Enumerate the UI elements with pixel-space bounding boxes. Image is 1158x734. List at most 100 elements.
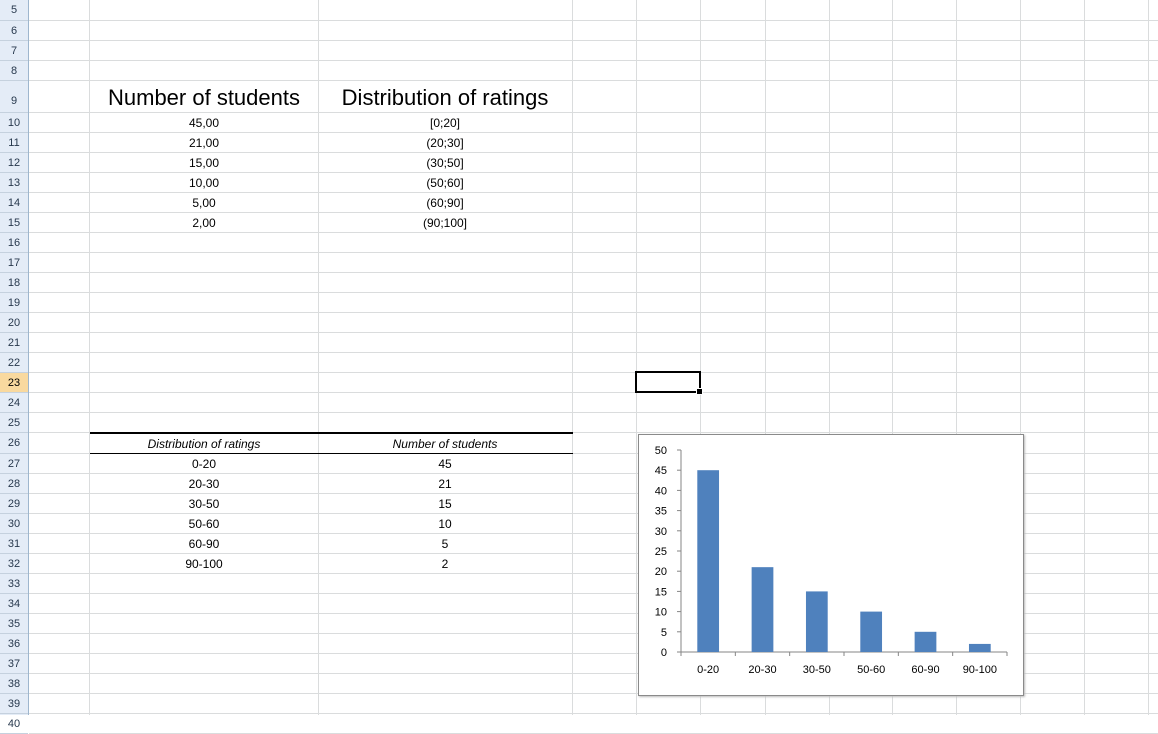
table2-range-cell[interactable]: 0-20 [90, 454, 318, 474]
row-header-40[interactable]: 40 [0, 714, 28, 734]
table2-students-cell[interactable]: 15 [319, 494, 571, 514]
header-distribution-of-ratings[interactable]: Distribution of ratings [319, 83, 571, 113]
row-header-16[interactable]: 16 [0, 233, 28, 253]
table2-header-students[interactable]: Number of students [319, 434, 571, 454]
row-header-10[interactable]: 10 [0, 113, 28, 133]
y-tick-label: 15 [655, 586, 667, 598]
gridline-row [29, 252, 1158, 253]
bar-0-20 [697, 470, 720, 652]
table2-range-cell[interactable]: 20-30 [90, 474, 318, 494]
row-header-21[interactable]: 21 [0, 333, 28, 353]
x-tick-label: 30-50 [803, 664, 831, 676]
gridline-row [29, 412, 1158, 413]
y-tick-label: 30 [655, 526, 667, 538]
gridline-row [29, 20, 1158, 21]
row-header-26[interactable]: 26 [0, 433, 28, 454]
x-tick-label: 50-60 [857, 664, 885, 676]
row-header-9[interactable]: 9 [0, 81, 28, 113]
table1-range-cell[interactable]: (90;100] [319, 213, 571, 233]
row-header-27[interactable]: 27 [0, 454, 28, 474]
table2-range-cell[interactable]: 60-90 [90, 534, 318, 554]
bar-20-30 [751, 567, 774, 652]
y-tick-label: 5 [661, 627, 667, 639]
gridline-column [572, 0, 573, 715]
table2-range-cell[interactable]: 30-50 [90, 494, 318, 514]
row-header-38[interactable]: 38 [0, 674, 28, 694]
gridline-column [1148, 0, 1149, 715]
row-header-24[interactable]: 24 [0, 393, 28, 413]
x-tick-label: 90-100 [963, 664, 997, 676]
row-header-7[interactable]: 7 [0, 41, 28, 61]
table1-range-cell[interactable]: (30;50] [319, 153, 571, 173]
table2-students-cell[interactable]: 10 [319, 514, 571, 534]
row-header-20[interactable]: 20 [0, 313, 28, 333]
table1-range-cell[interactable]: (50;60] [319, 173, 571, 193]
table1-students-cell[interactable]: 5,00 [90, 193, 318, 213]
gridline-row [29, 312, 1158, 313]
header-number-of-students[interactable]: Number of students [90, 83, 318, 113]
fill-handle[interactable] [696, 388, 703, 395]
gridline-row [29, 292, 1158, 293]
gridline-column [1084, 0, 1085, 715]
table2-students-cell[interactable]: 2 [319, 554, 571, 574]
gridline-row [29, 372, 1158, 373]
row-header-5[interactable]: 5 [0, 0, 28, 21]
table2-students-cell[interactable]: 45 [319, 454, 571, 474]
row-header-12[interactable]: 12 [0, 153, 28, 173]
x-tick-label: 20-30 [748, 664, 776, 676]
row-header-30[interactable]: 30 [0, 514, 28, 534]
table1-range-cell[interactable]: (20;30] [319, 133, 571, 153]
table2-students-cell[interactable]: 21 [319, 474, 571, 494]
row-header-18[interactable]: 18 [0, 273, 28, 293]
chart-plot: 0 5 10 15 20 25 30 35 40 45 50 0-20 20-30 30-50 50-60 6… [655, 445, 1008, 676]
table2-range-cell[interactable]: 90-100 [90, 554, 318, 574]
y-tick-label: 35 [655, 506, 667, 518]
x-tick-label: 60-90 [911, 664, 939, 676]
table1-students-cell[interactable]: 2,00 [90, 213, 318, 233]
row-header-32[interactable]: 32 [0, 554, 28, 574]
bar-50-60 [860, 611, 883, 652]
row-header-37[interactable]: 37 [0, 654, 28, 674]
y-tick-label: 45 [655, 465, 667, 477]
x-tick-label: 0-20 [697, 664, 719, 676]
gridline-row [29, 352, 1158, 353]
table1-students-cell[interactable]: 15,00 [90, 153, 318, 173]
row-header-13[interactable]: 13 [0, 173, 28, 193]
row-header-11[interactable]: 11 [0, 133, 28, 153]
row-header-14[interactable]: 14 [0, 193, 28, 213]
row-header-22[interactable]: 22 [0, 353, 28, 373]
table2-header-ratings[interactable]: Distribution of ratings [90, 434, 318, 454]
row-header-36[interactable]: 36 [0, 634, 28, 654]
row-header-8[interactable]: 8 [0, 61, 28, 81]
row-header-34[interactable]: 34 [0, 594, 28, 614]
table1-students-cell[interactable]: 21,00 [90, 133, 318, 153]
row-header-29[interactable]: 29 [0, 494, 28, 514]
table1-students-cell[interactable]: 45,00 [90, 113, 318, 133]
row-header-35[interactable]: 35 [0, 614, 28, 634]
y-tick-label: 10 [655, 607, 667, 619]
row-header-23[interactable]: 23 [0, 373, 28, 393]
row-header-33[interactable]: 33 [0, 574, 28, 594]
row-header-15[interactable]: 15 [0, 213, 28, 233]
row-headers: 5 6 7 8 9 10 11 12 13 14 15 16 17 18 19 20 21 22 23 24 25 26 2… [0, 0, 29, 734]
y-tick-label: 25 [655, 546, 667, 558]
table2-students-cell[interactable]: 5 [319, 534, 571, 554]
row-header-39[interactable]: 39 [0, 694, 28, 714]
row-header-25[interactable]: 25 [0, 413, 28, 433]
row-header-28[interactable]: 28 [0, 474, 28, 494]
row-header-17[interactable]: 17 [0, 253, 28, 273]
table1-students-cell[interactable]: 10,00 [90, 173, 318, 193]
selected-cell[interactable] [635, 371, 703, 395]
bar-chart[interactable]: 0 5 10 15 20 25 30 35 40 45 50 0-20 20-30 30-50 50-60 6… [638, 434, 1024, 696]
gridline-column [636, 0, 637, 715]
gridline-row [29, 713, 1158, 714]
table1-range-cell[interactable]: (60;90] [319, 193, 571, 213]
row-header-31[interactable]: 31 [0, 534, 28, 554]
bar-90-100 [968, 643, 991, 652]
gridline-row [29, 272, 1158, 273]
row-header-19[interactable]: 19 [0, 293, 28, 313]
row-header-6[interactable]: 6 [0, 21, 28, 41]
table2-range-cell[interactable]: 50-60 [90, 514, 318, 534]
table1-range-cell[interactable]: [0;20] [319, 113, 571, 133]
gridline-row [29, 60, 1158, 61]
